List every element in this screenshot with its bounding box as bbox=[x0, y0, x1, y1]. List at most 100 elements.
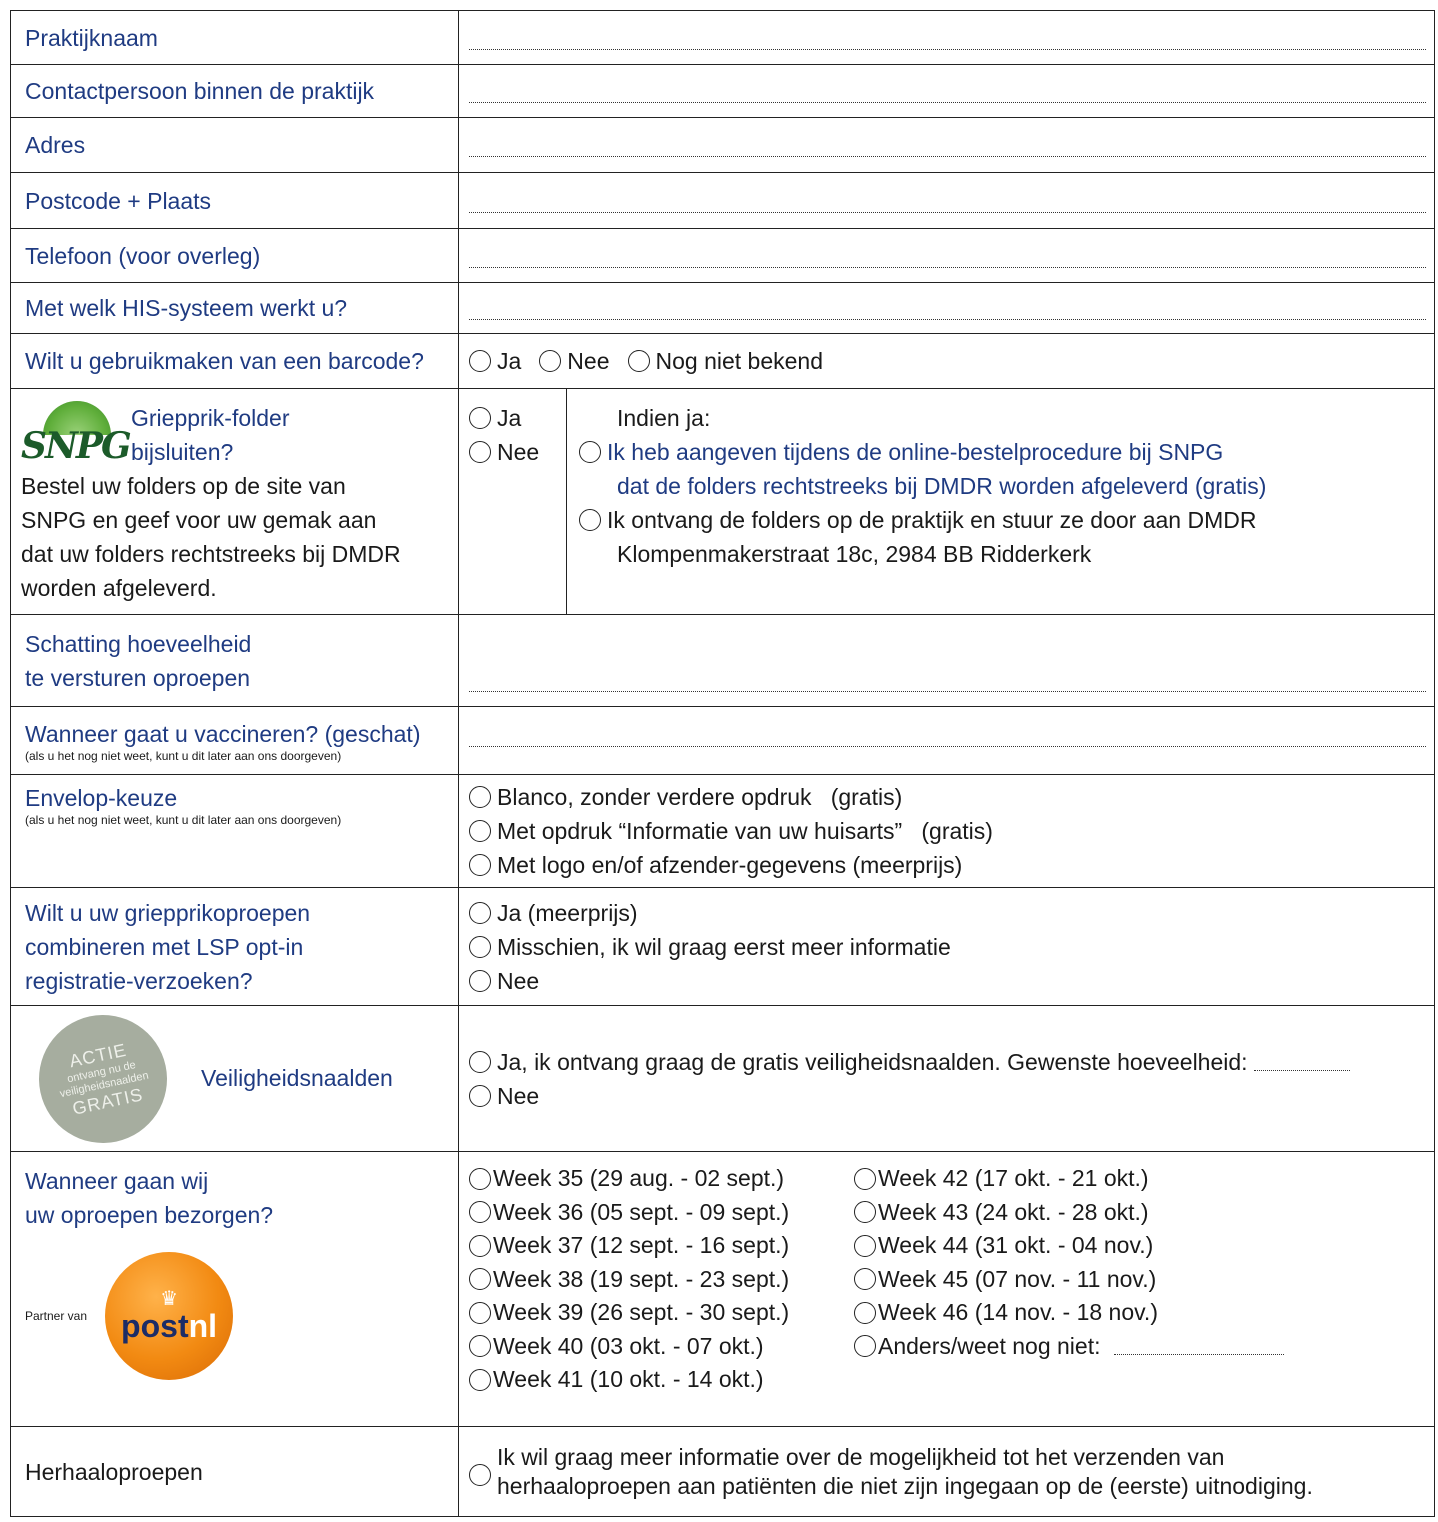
naalden-option-nee[interactable]: Nee bbox=[469, 1079, 1434, 1113]
input-schatting[interactable] bbox=[458, 614, 1435, 707]
envelop-option-blanco[interactable]: Blanco, zonder verdere opdruk (gratis) bbox=[469, 780, 1434, 814]
radio-icon[interactable] bbox=[469, 1335, 491, 1358]
radio-icon[interactable] bbox=[469, 1084, 491, 1107]
radio-icon[interactable] bbox=[579, 441, 601, 463]
naalden-options: Ja, ik ontvang graag de gratis veilighei… bbox=[458, 1005, 1435, 1152]
radio-icon[interactable] bbox=[469, 854, 491, 876]
radio-icon[interactable] bbox=[469, 350, 491, 372]
radio-icon[interactable] bbox=[854, 1167, 876, 1190]
input-postcode[interactable] bbox=[458, 172, 1435, 229]
griep-option-ja[interactable]: Ja bbox=[469, 401, 566, 435]
griep-options-cell: Ja Nee Indien ja: Ik heb aangeven tijden… bbox=[458, 388, 1435, 615]
griep-desc-3: dat uw folders rechtstreeks bij DMDR bbox=[21, 541, 401, 567]
anders-input[interactable] bbox=[1114, 1353, 1285, 1356]
order-form: Praktijknaam Contactpersoon binnen de pr… bbox=[10, 10, 1435, 1517]
radio-icon[interactable] bbox=[469, 1368, 491, 1391]
input-praktijknaam[interactable] bbox=[458, 10, 1435, 65]
radio-icon[interactable] bbox=[539, 350, 562, 372]
input-telefoon[interactable] bbox=[458, 228, 1435, 283]
griep-title-line1: Griepprik-folder bbox=[131, 405, 290, 431]
griep-option-nee[interactable]: Nee bbox=[469, 435, 566, 469]
radio-icon[interactable] bbox=[854, 1201, 876, 1224]
snpg-logo: SNPG bbox=[21, 401, 132, 471]
barcode-option-ja[interactable]: Ja bbox=[469, 344, 521, 378]
bezorgen-line2: uw oproepen bezorgen? bbox=[25, 1202, 274, 1228]
bezorgen-options: Week 35 (29 aug. - 02 sept.) Week 42 (17… bbox=[458, 1151, 1435, 1427]
radio-icon[interactable] bbox=[854, 1335, 876, 1358]
input-adres[interactable] bbox=[458, 117, 1435, 173]
griep-desc-1: Bestel uw folders op de site van bbox=[21, 473, 346, 499]
label-herhaal: Herhaaloproepen bbox=[10, 1426, 459, 1517]
radio-icon[interactable] bbox=[469, 1050, 491, 1073]
week-option-anders[interactable]: Anders/weet nog niet: bbox=[854, 1330, 1434, 1364]
label-telefoon: Telefoon (voor overleg) bbox=[10, 228, 459, 283]
radio-icon[interactable] bbox=[854, 1301, 876, 1324]
radio-icon[interactable] bbox=[469, 1201, 491, 1224]
griep-desc-4: worden afgeleverd. bbox=[21, 575, 217, 601]
radio-icon[interactable] bbox=[469, 820, 491, 842]
crown-icon: ♛ bbox=[160, 1288, 179, 1310]
griep-option-praktijk-line2: Klompenmakerstraat 18c, 2984 BB Ridderke… bbox=[617, 541, 1092, 567]
week-option[interactable]: Week 46 (14 nov. - 18 nov.) bbox=[854, 1296, 1434, 1330]
radio-icon[interactable] bbox=[854, 1268, 876, 1291]
radio-icon[interactable] bbox=[469, 786, 491, 808]
radio-icon[interactable] bbox=[469, 1167, 491, 1190]
week-option[interactable]: Week 41 (10 okt. - 14 okt.) bbox=[469, 1363, 854, 1397]
week-option[interactable]: Week 37 (12 sept. - 16 sept.) bbox=[469, 1229, 854, 1263]
label-vaccineren: Wanneer gaat u vaccineren? (geschat) (al… bbox=[10, 706, 459, 775]
radio-icon[interactable] bbox=[469, 1234, 491, 1257]
week-option[interactable]: Week 35 (29 aug. - 02 sept.) bbox=[469, 1162, 854, 1196]
week-option[interactable]: Week 39 (26 sept. - 30 sept.) bbox=[469, 1296, 854, 1330]
input-contactpersoon[interactable] bbox=[458, 64, 1435, 118]
radio-icon[interactable] bbox=[579, 509, 601, 531]
week-option[interactable]: Week 42 (17 okt. - 21 okt.) bbox=[854, 1162, 1434, 1196]
label-adres: Adres bbox=[10, 117, 459, 173]
radio-icon[interactable] bbox=[854, 1234, 876, 1257]
envelop-option-logo[interactable]: Met logo en/of afzender-gegevens (meerpr… bbox=[469, 848, 1434, 882]
radio-icon[interactable] bbox=[469, 407, 491, 429]
herhaal-option[interactable]: Ik wil graag meer informatie over de mog… bbox=[458, 1426, 1435, 1517]
radio-icon[interactable] bbox=[469, 1463, 491, 1486]
envelop-option-opdruk[interactable]: Met opdruk “Informatie van uw huisarts” … bbox=[469, 814, 1434, 848]
radio-icon[interactable] bbox=[469, 1301, 491, 1324]
radio-icon[interactable] bbox=[469, 901, 491, 924]
radio-icon[interactable] bbox=[627, 350, 650, 372]
naalden-label-cell: ACTIE ontvang nu de veiligheidsnaalden G… bbox=[10, 1002, 459, 1155]
barcode-option-nee[interactable]: Nee bbox=[539, 344, 610, 378]
lsp-option-misschien[interactable]: Misschien, ik wil graag eerst meer infor… bbox=[469, 930, 1434, 964]
label-postcode: Postcode + Plaats bbox=[10, 172, 459, 229]
postnl-logo: ♛ postnl bbox=[105, 1252, 234, 1380]
bezorgen-label-cell: Wanneer gaan wij uw oproepen bezorgen? P… bbox=[10, 1151, 459, 1427]
barcode-options: Ja Nee Nog niet bekend bbox=[458, 333, 1435, 389]
radio-icon[interactable] bbox=[469, 441, 491, 463]
naalden-option-ja[interactable]: Ja, ik ontvang graag de gratis veilighei… bbox=[469, 1045, 1434, 1079]
partner-label: Partner van bbox=[25, 1309, 88, 1323]
griep-option-praktijk[interactable]: Ik ontvang de folders op de praktijk en … bbox=[579, 503, 1266, 537]
barcode-option-onbekend[interactable]: Nog niet bekend bbox=[627, 344, 823, 378]
label-praktijknaam: Praktijknaam bbox=[10, 10, 459, 65]
input-his[interactable] bbox=[458, 282, 1435, 334]
week-option[interactable]: Week 43 (24 okt. - 28 okt.) bbox=[854, 1196, 1434, 1230]
radio-icon[interactable] bbox=[469, 1268, 491, 1291]
week-option[interactable]: Week 40 (03 okt. - 07 okt.) bbox=[469, 1330, 854, 1364]
envelop-options: Blanco, zonder verdere opdruk (gratis) M… bbox=[458, 774, 1435, 888]
lsp-option-nee[interactable]: Nee bbox=[469, 964, 1434, 998]
griep-indien: Indien ja: bbox=[617, 405, 711, 431]
week-option[interactable]: Week 45 (07 nov. - 11 nov.) bbox=[854, 1263, 1434, 1297]
naalden-quantity-input[interactable] bbox=[1253, 1069, 1350, 1071]
label-lsp: Wilt u uw griepprikoproepen combineren m… bbox=[10, 887, 459, 1006]
lsp-options: Ja (meerprijs) Misschien, ik wil graag e… bbox=[458, 887, 1435, 1006]
griep-option-online-line2: dat de folders rechtstreeks bij DMDR wor… bbox=[617, 473, 1267, 499]
input-vaccineren[interactable] bbox=[458, 706, 1435, 775]
label-contactpersoon: Contactpersoon binnen de praktijk bbox=[10, 64, 459, 118]
actie-badge: ACTIE ontvang nu de veiligheidsnaalden G… bbox=[27, 1002, 179, 1155]
week-option[interactable]: Week 38 (19 sept. - 23 sept.) bbox=[469, 1263, 854, 1297]
week-option[interactable]: Week 36 (05 sept. - 09 sept.) bbox=[469, 1196, 854, 1230]
week-option[interactable]: Week 44 (31 okt. - 04 nov.) bbox=[854, 1229, 1434, 1263]
griep-option-online[interactable]: Ik heb aangeven tijdens de online-bestel… bbox=[579, 435, 1266, 469]
lsp-option-ja[interactable]: Ja (meerprijs) bbox=[469, 896, 1434, 930]
radio-icon[interactable] bbox=[469, 969, 491, 992]
radio-icon[interactable] bbox=[469, 935, 491, 958]
griep-title-line2: bijsluiten? bbox=[131, 439, 234, 465]
label-schatting: Schatting hoeveelheid te versturen oproe… bbox=[10, 614, 459, 707]
